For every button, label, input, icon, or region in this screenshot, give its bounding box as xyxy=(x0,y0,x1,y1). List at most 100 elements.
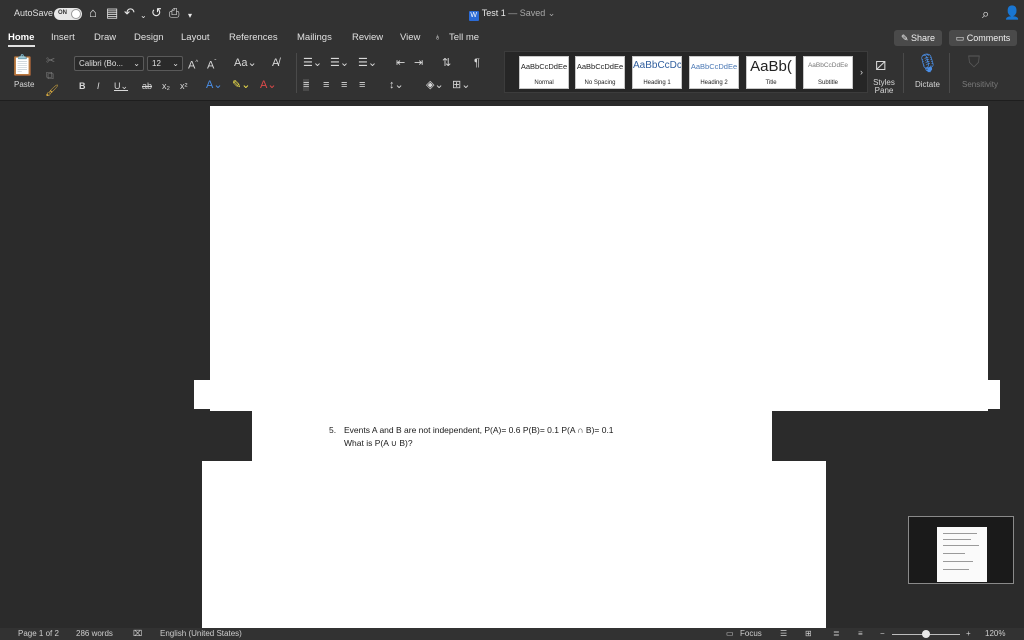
word-window: AutoSave ON ⌂ ▤ ↶ ⌄ ↺ ⎙ ▾ W Test 1 — Save… xyxy=(0,0,1024,640)
zoom-in-icon[interactable]: + xyxy=(966,628,971,640)
page-thumbnail[interactable] xyxy=(908,516,1014,584)
print-layout-icon[interactable]: ☰ xyxy=(780,628,787,640)
zoom-level[interactable]: 120% xyxy=(985,628,1005,640)
tab-insert[interactable]: Insert xyxy=(51,32,75,43)
word-doc-icon: W xyxy=(468,11,479,21)
microphone-icon[interactable]: 🎙 xyxy=(916,54,939,72)
page-1[interactable] xyxy=(210,106,988,411)
style-title[interactable]: AaBb( Title xyxy=(746,56,796,89)
draft-view-icon[interactable]: ≡ xyxy=(858,628,863,640)
paste-label: Paste xyxy=(14,80,35,89)
style-name: Heading 2 xyxy=(700,80,728,86)
show-formatting-icon[interactable]: ¶ xyxy=(474,57,480,69)
bold-icon[interactable]: B xyxy=(79,80,86,92)
page-2[interactable] xyxy=(202,461,826,628)
align-left-icon[interactable]: ≡ xyxy=(303,79,310,91)
doc-name: Test 1 xyxy=(481,8,506,18)
styles-pane-icon[interactable]: ⧄ xyxy=(875,55,886,73)
paste-icon[interactable]: 📋 xyxy=(10,56,35,76)
title-bar: AutoSave ON ⌂ ▤ ↶ ⌄ ↺ ⎙ ▾ W Test 1 — Save… xyxy=(0,0,1024,28)
sort-icon[interactable]: ⇅ xyxy=(442,57,451,69)
font-name-value: Calibri (Bo... xyxy=(79,59,124,68)
multilevel-list-icon[interactable]: ☰⌄ xyxy=(358,57,377,69)
copy-icon[interactable]: ⧉ xyxy=(46,70,54,82)
ribbon-divider xyxy=(296,53,297,93)
style-sample: AaBb( xyxy=(750,58,792,75)
numbering-icon[interactable]: ☰⌄ xyxy=(330,57,349,69)
focus-button[interactable]: Focus xyxy=(740,628,762,640)
comments-button[interactable]: ▭ Comments xyxy=(949,30,1017,46)
search-icon[interactable]: ⌕ xyxy=(982,7,989,21)
sensitivity-label: Sensitivity xyxy=(962,80,999,89)
subscript-icon[interactable]: x₂ xyxy=(162,80,170,92)
decrease-indent-icon[interactable]: ⇤ xyxy=(396,57,405,69)
lightbulb-icon: ♁ xyxy=(434,32,442,43)
superscript-icon[interactable]: x² xyxy=(180,80,188,92)
style-no-spacing[interactable]: AaBbCcDdEe No Spacing xyxy=(575,56,625,89)
web-layout-icon[interactable]: ⊞ xyxy=(805,628,812,640)
proofing-icon[interactable]: ⌧ xyxy=(133,628,142,640)
highlight-icon[interactable]: ✎⌄ xyxy=(232,79,250,91)
change-case-icon[interactable]: Aa⌄ xyxy=(234,57,257,69)
style-heading-2[interactable]: AaBbCcDdEe Heading 2 xyxy=(689,56,739,89)
zoom-out-icon[interactable]: − xyxy=(880,628,885,640)
style-sample: AaBbCcDdEe xyxy=(520,62,568,71)
tab-draw[interactable]: Draw xyxy=(94,32,116,43)
style-sample: AaBbCcDdEe xyxy=(576,62,624,71)
share-label: Share xyxy=(911,33,936,43)
italic-icon[interactable]: I xyxy=(97,80,100,92)
thumbnail-page xyxy=(937,527,987,582)
grow-font-icon[interactable]: A^ xyxy=(188,57,198,72)
profile-icon[interactable]: 👤 xyxy=(1004,6,1020,20)
outline-view-icon[interactable]: ≣ xyxy=(833,628,840,640)
tab-layout[interactable]: Layout xyxy=(181,32,210,43)
tab-home[interactable]: Home xyxy=(8,32,34,43)
shading-icon[interactable]: ◈⌄ xyxy=(426,79,444,91)
tab-view[interactable]: View xyxy=(400,32,420,43)
style-normal[interactable]: AaBbCcDdEe Normal xyxy=(519,56,569,89)
text-effects-icon[interactable]: A⌄ xyxy=(206,79,223,91)
tab-mailings[interactable]: Mailings xyxy=(297,32,332,43)
word-count[interactable]: 286 words xyxy=(76,628,113,640)
style-sample: AaBbCcDc xyxy=(633,60,681,71)
format-painter-icon[interactable]: 🖌 xyxy=(45,85,59,97)
borders-icon[interactable]: ⊞⌄ xyxy=(452,79,470,91)
line-spacing-icon[interactable]: ↕⌄ xyxy=(389,79,404,91)
document-title: W Test 1 — Saved ⌄ xyxy=(468,8,556,21)
style-name: No Spacing xyxy=(584,80,616,86)
font-size-select[interactable]: 12 ⌄ xyxy=(147,56,183,71)
tab-references[interactable]: References xyxy=(229,32,278,43)
language-indicator[interactable]: English (United States) xyxy=(160,628,242,640)
font-size-value: 12 xyxy=(152,59,161,68)
style-subtitle[interactable]: AaBbCcDdEe Subtitle xyxy=(803,56,853,89)
share-icon: ✎ xyxy=(900,33,911,43)
focus-icon[interactable]: ▭ xyxy=(726,628,734,640)
justify-icon[interactable]: ≡ xyxy=(359,79,365,91)
strikethrough-icon[interactable]: ab xyxy=(142,80,152,92)
clear-formatting-icon[interactable]: A̸ xyxy=(272,57,279,69)
increase-indent-icon[interactable]: ⇥ xyxy=(414,57,423,69)
font-color-icon[interactable]: A⌄ xyxy=(260,79,277,91)
align-center-icon[interactable]: ≡ xyxy=(323,79,329,91)
chevron-right-icon[interactable]: › xyxy=(860,66,863,78)
cut-icon[interactable]: ✂ xyxy=(46,55,55,67)
tab-review[interactable]: Review xyxy=(352,32,383,43)
styles-pane-label: Styles Pane xyxy=(873,78,895,95)
document-canvas[interactable] xyxy=(0,101,1024,628)
sensitivity-icon: ⛉ xyxy=(968,54,981,71)
page-count[interactable]: Page 1 of 2 xyxy=(18,628,59,640)
style-sample: AaBbCcDdEe xyxy=(807,62,849,69)
style-name: Title xyxy=(765,80,777,86)
shrink-font-icon[interactable]: Aˇ xyxy=(207,57,216,72)
question-line-2: What is P(A ∪ B)? xyxy=(344,438,413,448)
share-button[interactable]: ✎ Share xyxy=(894,30,942,46)
tell-me-search[interactable]: Tell me xyxy=(449,32,479,43)
question-number: 5. xyxy=(329,425,337,435)
bullets-icon[interactable]: ☰⌄ xyxy=(303,57,322,69)
zoom-slider-handle[interactable] xyxy=(922,630,930,638)
align-right-icon[interactable]: ≡ xyxy=(341,79,347,91)
underline-icon[interactable]: U⌄ xyxy=(114,80,128,92)
tab-design[interactable]: Design xyxy=(134,32,164,43)
font-name-select[interactable]: Calibri (Bo... ⌄ xyxy=(74,56,144,71)
style-heading-1[interactable]: AaBbCcDc Heading 1 xyxy=(632,56,682,89)
